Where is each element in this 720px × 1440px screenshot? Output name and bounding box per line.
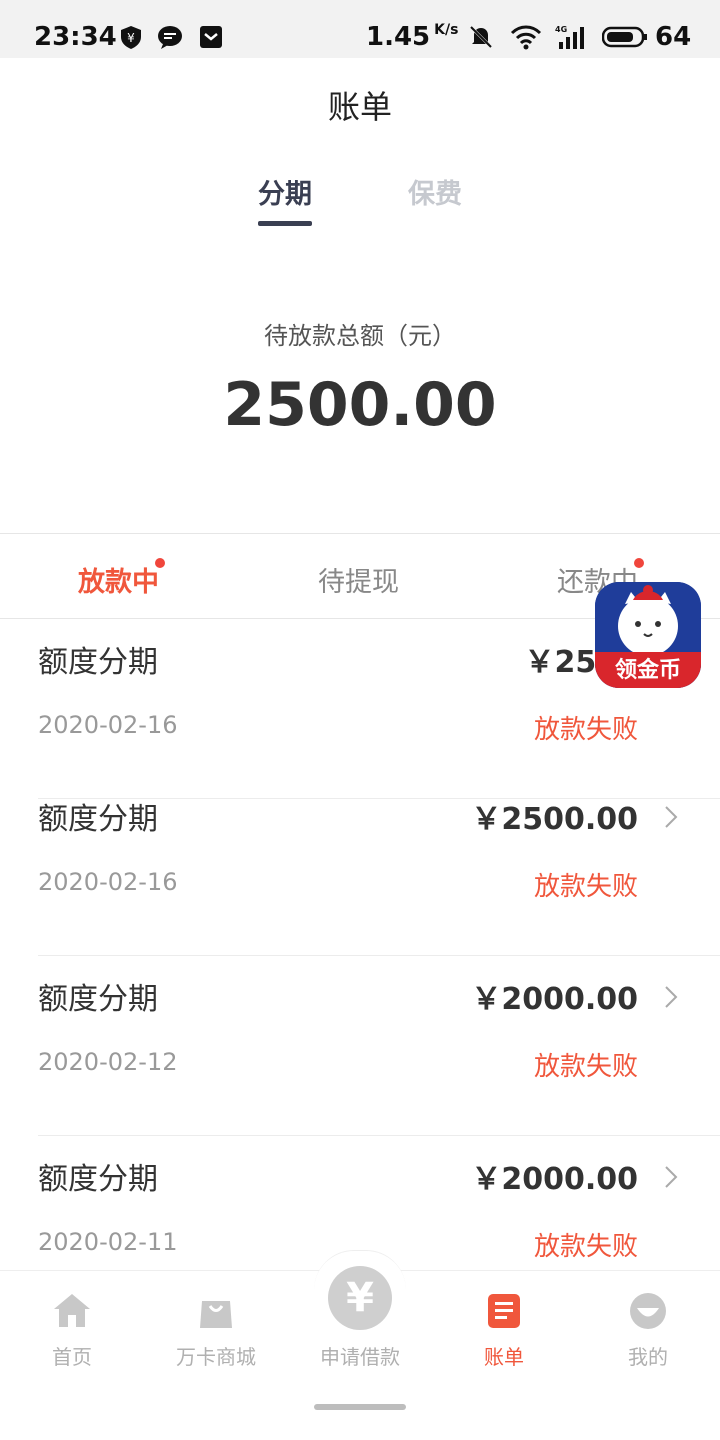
item-date: 2020-02-16 (38, 868, 178, 896)
home-icon (54, 1294, 90, 1327)
nav-mall[interactable]: 万卡商城 (156, 1291, 276, 1370)
subtab-disbursing[interactable]: 放款中 (78, 558, 165, 599)
chevron-right-icon (665, 806, 678, 828)
network-speed: 1.45 K/s (366, 22, 459, 52)
home-indicator[interactable] (314, 1404, 406, 1410)
signal-4g-icon: 4G (555, 25, 584, 49)
shopping-bag-icon (200, 1301, 232, 1328)
mute-bell-icon (469, 25, 493, 49)
summary-label: 待放款总额（元） (264, 322, 456, 350)
item-name: 额度分期 (38, 1162, 158, 1197)
subtab-pending-withdrawal[interactable]: 待提现 (318, 560, 399, 599)
chevron-right-icon (665, 1166, 678, 1188)
item-date: 2020-02-12 (38, 1048, 178, 1076)
nav-home[interactable]: 首页 (12, 1291, 132, 1370)
item-status: 放款失败 (533, 872, 638, 902)
status-bar: 23:34 ¥ 1.45 K/s 4G 64 (0, 0, 720, 58)
notification-dot (634, 558, 644, 568)
item-status: 放款失败 (533, 1232, 638, 1262)
item-status: 放款失败 (533, 1052, 638, 1082)
list-item[interactable]: 额度分期 ￥2000.00 2020-02-12 放款失败 (0, 956, 720, 1136)
item-name: 额度分期 (38, 982, 158, 1017)
page-title: 账单 (327, 88, 392, 126)
summary-amount: 2500.00 (223, 370, 497, 440)
status-time: 23:34 (34, 22, 117, 52)
item-date: 2020-02-11 (38, 1228, 178, 1256)
bill-icon (488, 1294, 520, 1328)
item-name: 额度分期 (38, 645, 158, 680)
svg-text:¥: ¥ (127, 31, 135, 45)
profile-icon (630, 1293, 666, 1329)
notification-dot (155, 558, 165, 568)
shield-yen-icon: ¥ (121, 26, 141, 49)
yen-icon[interactable]: ¥ (328, 1266, 392, 1330)
nav-profile[interactable]: 我的 (588, 1291, 708, 1370)
item-date: 2020-02-16 (38, 711, 178, 739)
tab-installment[interactable]: 分期 (258, 172, 312, 211)
chevron-right-icon (665, 986, 678, 1008)
item-amount: ￥2500.00 (471, 802, 638, 837)
message-icon (158, 26, 182, 49)
battery-icon (602, 26, 647, 48)
wifi-icon (510, 25, 542, 50)
loan-list: 额度分期 ￥2500 2020-02-16 放款失败 额度分期 ￥2500.00… (0, 619, 720, 1270)
item-status: 放款失败 (533, 715, 638, 745)
coin-reward-label: 领金币 (614, 658, 681, 683)
active-tab-indicator (258, 221, 312, 226)
coin-reward-float-button[interactable]: 领金币 (595, 582, 701, 688)
tab-premium[interactable]: 保费 (408, 172, 462, 211)
app-notification-icon (200, 26, 222, 48)
nav-bill[interactable]: 账单 (444, 1291, 564, 1370)
list-item[interactable]: 额度分期 ￥2500.00 2020-02-16 放款失败 (0, 776, 720, 956)
item-amount: ￥2000.00 (471, 1162, 638, 1197)
item-amount: ￥2000.00 (471, 982, 638, 1017)
battery-level: 64 (655, 22, 692, 52)
svg-text:4G: 4G (555, 25, 567, 34)
item-name: 额度分期 (38, 802, 158, 837)
